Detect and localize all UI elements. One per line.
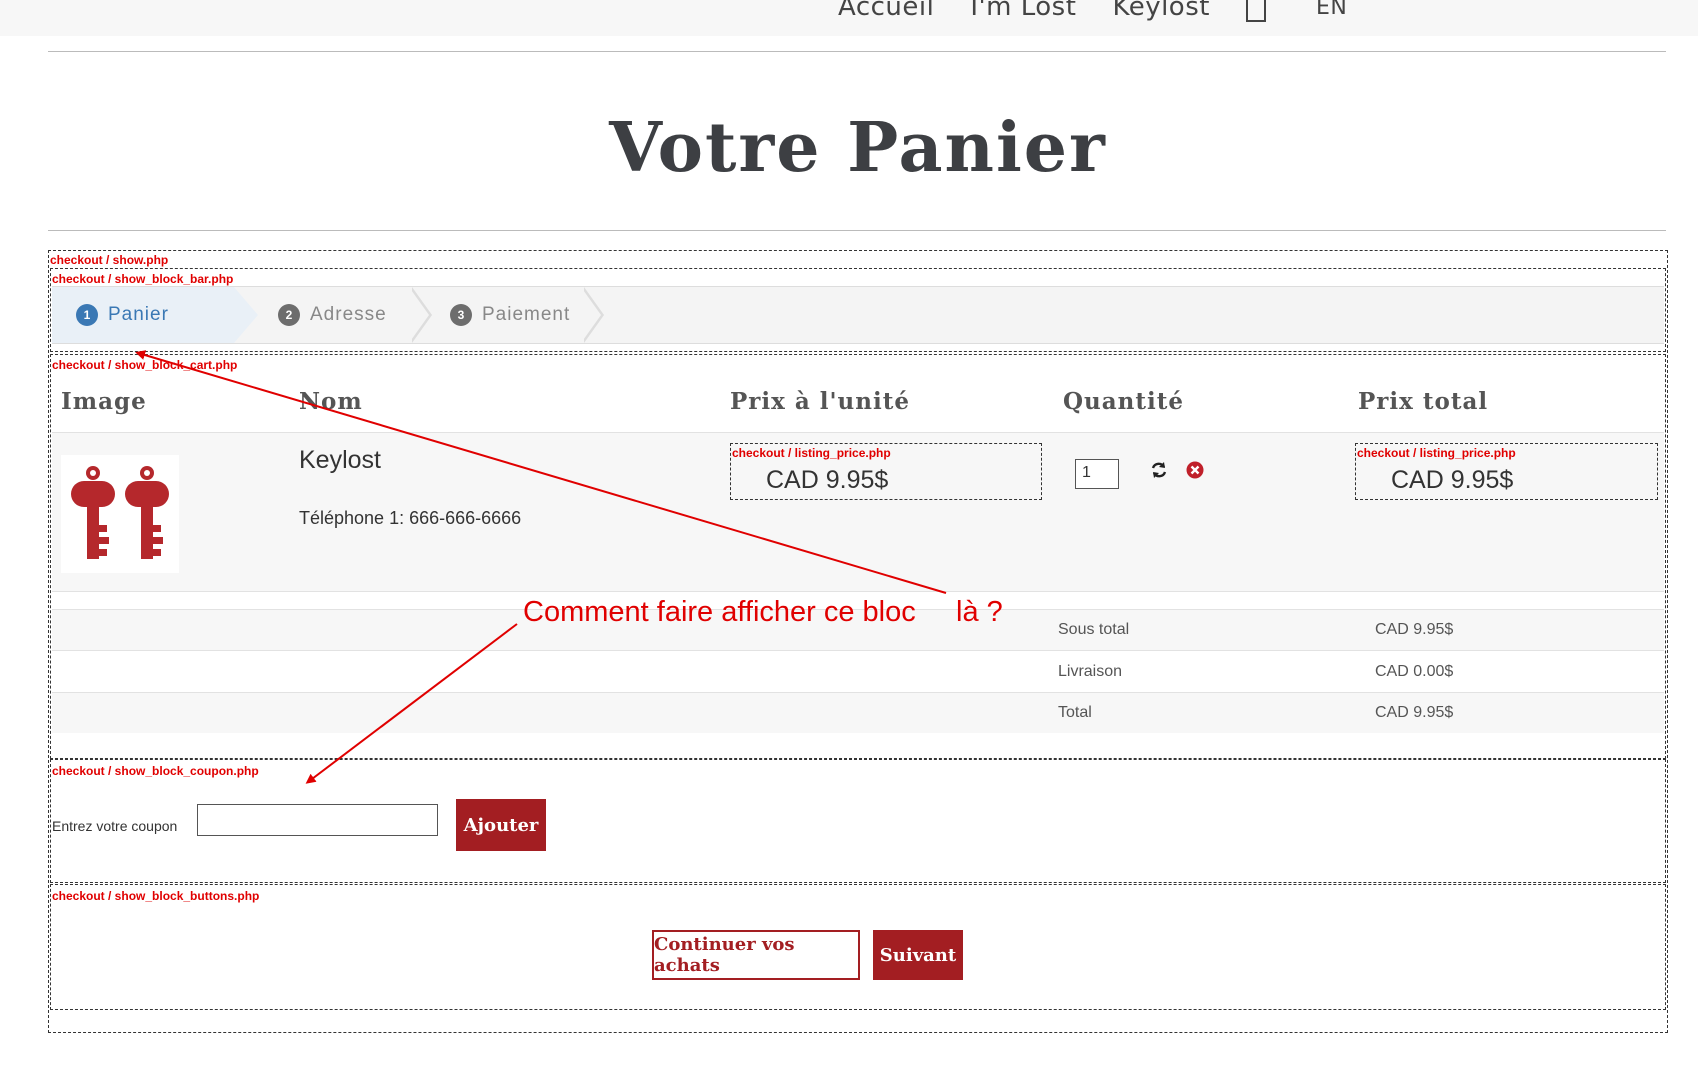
annotation-text: Comment faire afficher ce bloc là ?: [523, 596, 1003, 628]
annotation-arrow-to-coupon: [305, 623, 518, 784]
annotation-arrows-icon: [135, 350, 947, 784]
annotation-arrow-to-cart: [135, 350, 947, 594]
